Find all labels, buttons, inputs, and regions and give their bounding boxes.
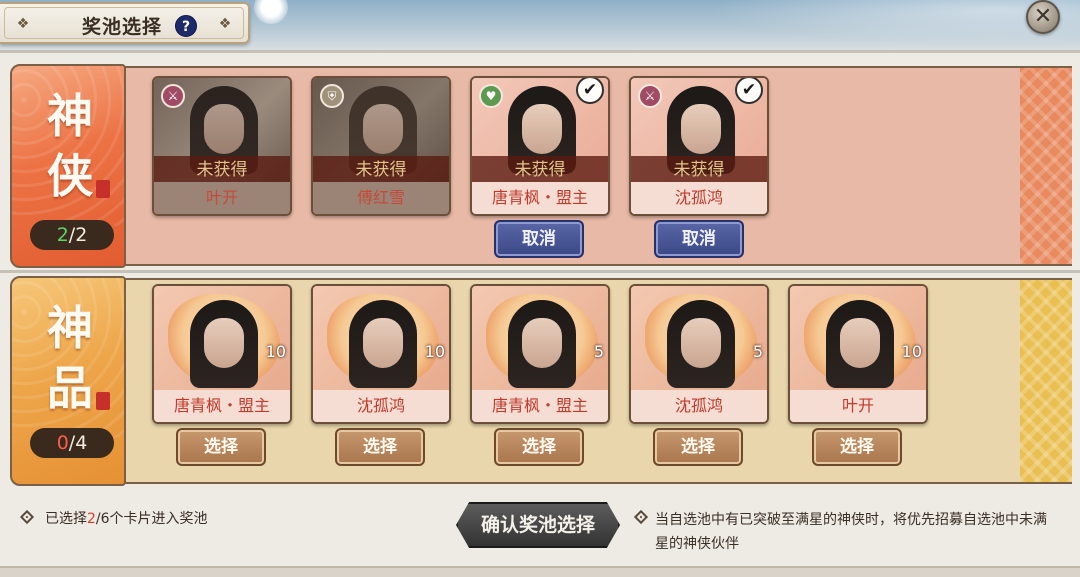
confirm-pool-button[interactable]: 确认奖池选择 — [456, 502, 620, 548]
card-name: 沈孤鸿 — [313, 390, 449, 422]
moon-decoration — [254, 0, 288, 24]
seal-icon — [96, 392, 110, 410]
card-status: 未获得 — [154, 156, 290, 184]
row-end-pattern — [1020, 66, 1072, 266]
close-icon: ✕ — [1033, 4, 1053, 29]
category-glyph: 神 — [47, 89, 93, 143]
hero-card[interactable]: ♥ ✔ 未获得 唐青枫・盟主 — [470, 76, 610, 216]
hero-card[interactable]: ⚔ 未获得 叶开 — [152, 76, 292, 216]
counter-total: 2 — [75, 224, 88, 246]
item-count: 10 — [265, 342, 286, 361]
title-plate: ❖ 奖池选择 ? ❖ — [0, 2, 250, 44]
select-button[interactable]: 选择 — [335, 428, 425, 466]
item-count: 5 — [752, 342, 763, 361]
card-status: 未获得 — [631, 156, 767, 184]
crossed-swords-icon: ⚔ — [161, 84, 185, 108]
select-button[interactable]: 选择 — [494, 428, 584, 466]
card-status: 未获得 — [313, 156, 449, 184]
card-name: 叶开 — [154, 182, 290, 214]
card-name: 沈孤鸿 — [631, 182, 767, 214]
card-name: 唐青枫・盟主 — [472, 390, 608, 422]
cancel-button[interactable]: 取消 — [654, 220, 744, 258]
card-name: 唐青枫・盟主 — [472, 182, 608, 214]
card-name: 沈孤鸿 — [631, 390, 767, 422]
item-count: 5 — [593, 342, 604, 361]
selected-prefix: 已选择 — [45, 511, 87, 527]
category-glyph: 品 — [47, 361, 93, 415]
footer: 已选择2/6个卡片进入奖池 确认奖池选择 当自选池中有已突破至满星的神侠时，将优… — [0, 496, 1080, 566]
bullet-icon — [633, 509, 649, 525]
card-name: 唐青枫・盟主 — [154, 390, 290, 422]
check-icon: ✔ — [576, 78, 604, 104]
bottom-rail — [0, 566, 1080, 577]
selection-counter: 0/4 — [30, 428, 114, 458]
category-glyph: 侠 — [47, 149, 93, 203]
category-tab-hero: 神 侠 2/2 — [10, 64, 126, 268]
category-glyph: 神 — [47, 301, 93, 355]
hero-card[interactable]: ⛨ 未获得 傅红雪 — [311, 76, 451, 216]
item-pool-row: 神 品 0/4 10 唐青枫・盟主 10 沈孤鸿 5 唐青枫・盟主 5 沈孤鸿 … — [10, 276, 1072, 486]
counter-selected: 2 — [56, 224, 69, 246]
card-status: 未获得 — [472, 156, 608, 184]
selection-counter: 2/2 — [30, 220, 114, 250]
select-button[interactable]: 选择 — [812, 428, 902, 466]
ornament-icon: ❖ — [16, 16, 30, 32]
divider — [0, 270, 1080, 273]
category-tab-item: 神 品 0/4 — [10, 276, 126, 486]
item-count: 10 — [901, 342, 922, 361]
check-icon: ✔ — [735, 78, 763, 104]
selected-summary: 已选择2/6个卡片进入奖池 — [45, 508, 208, 528]
close-button[interactable]: ✕ — [1026, 0, 1060, 34]
ornament-icon: ❖ — [218, 16, 232, 32]
select-button[interactable]: 选择 — [176, 428, 266, 466]
counter-selected: 0 — [56, 432, 69, 454]
shield-icon: ⛨ — [320, 84, 344, 108]
help-icon[interactable]: ? — [175, 15, 197, 37]
row-end-pattern — [1020, 278, 1072, 484]
card-name: 叶开 — [790, 390, 926, 422]
seal-icon — [96, 180, 110, 198]
select-button[interactable]: 选择 — [653, 428, 743, 466]
item-card[interactable]: 10 唐青枫・盟主 — [152, 284, 292, 424]
item-card[interactable]: 5 唐青枫・盟主 — [470, 284, 610, 424]
sky-decoration — [660, 0, 1080, 50]
page-title: 奖池选择 — [82, 16, 163, 38]
selected-count: 2 — [87, 511, 96, 527]
item-card[interactable]: 10 叶开 — [788, 284, 928, 424]
selected-suffix: /6个卡片进入奖池 — [95, 511, 208, 527]
hero-card[interactable]: ⚔ ✔ 未获得 沈孤鸿 — [629, 76, 769, 216]
counter-total: 4 — [75, 432, 88, 454]
cancel-button[interactable]: 取消 — [494, 220, 584, 258]
crossed-swords-icon: ⚔ — [638, 84, 662, 108]
pool-hint: 当自选池中有已突破至满星的神侠时，将优先招募自选池中未满星的神侠伙伴 — [655, 512, 1047, 552]
item-card[interactable]: 5 沈孤鸿 — [629, 284, 769, 424]
hero-pool-row: 神 侠 2/2 ⚔ 未获得 叶开 ⛨ 未获得 傅红雪 ♥ ✔ 未获得 唐青枫・盟… — [10, 64, 1072, 268]
item-count: 10 — [424, 342, 445, 361]
heart-icon: ♥ — [479, 84, 503, 108]
bullet-icon — [19, 509, 35, 525]
item-card[interactable]: 10 沈孤鸿 — [311, 284, 451, 424]
divider — [0, 50, 1080, 53]
card-name: 傅红雪 — [313, 182, 449, 214]
